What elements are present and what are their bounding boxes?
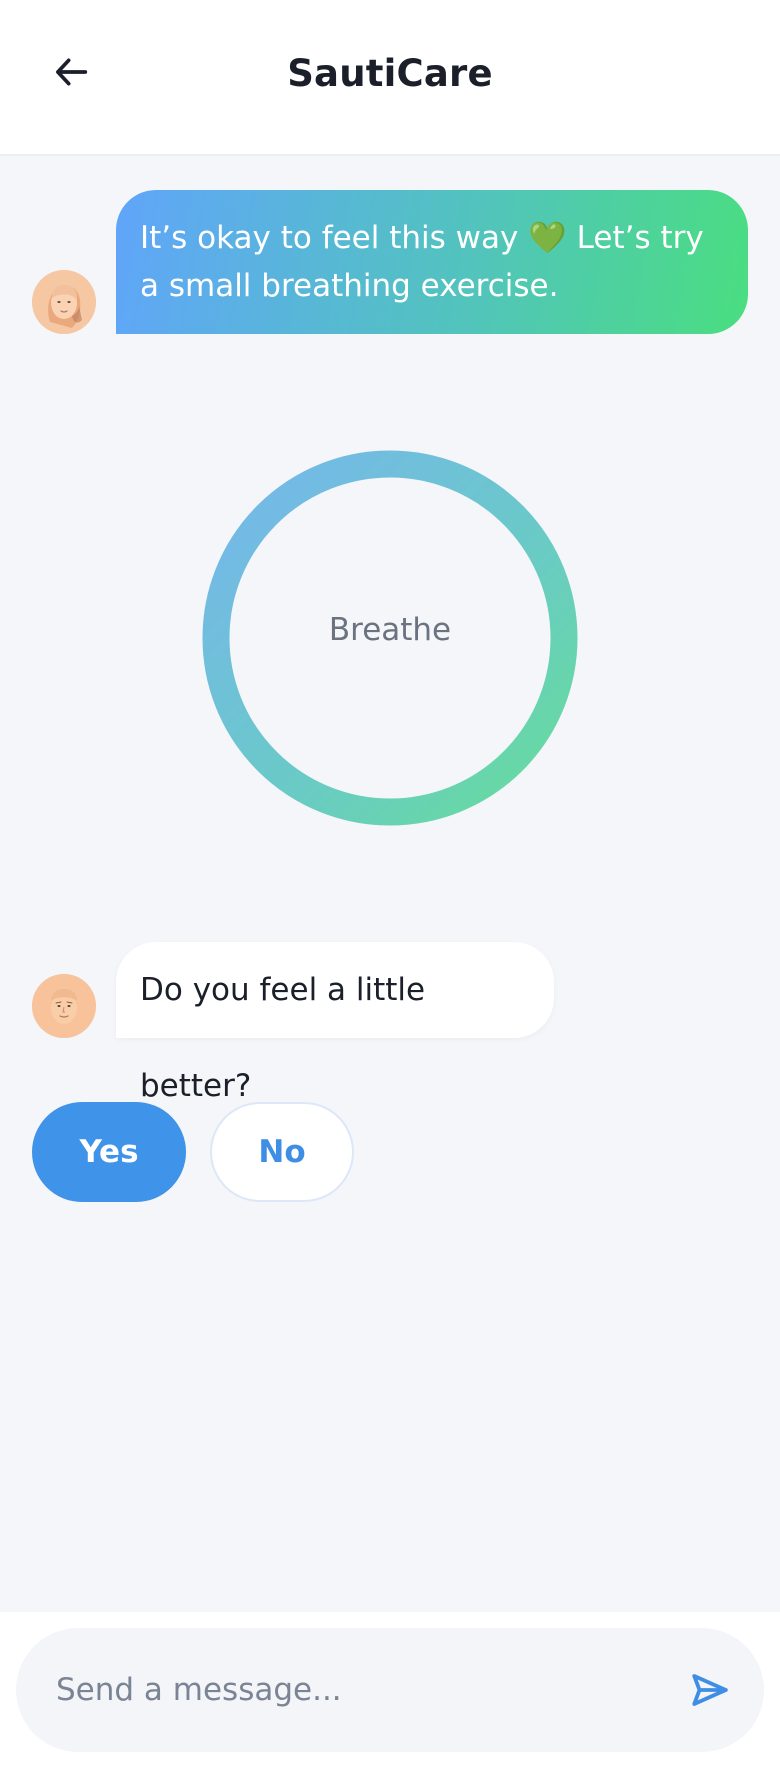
- no-reply-button[interactable]: No: [210, 1102, 354, 1202]
- bot-avatar: [32, 270, 96, 334]
- face-avatar-icon: [32, 270, 96, 334]
- app-header: SautiCare: [0, 0, 780, 156]
- send-icon: [692, 1674, 728, 1706]
- breathing-circle: Breathe: [202, 450, 578, 826]
- bot-message-bubble: It’s okay to feel this way 💚 Let’s try a…: [116, 190, 748, 334]
- send-button[interactable]: [682, 1662, 738, 1718]
- page-title: SautiCare: [287, 52, 493, 95]
- message-input[interactable]: [56, 1660, 636, 1720]
- breathe-label: Breathe: [328, 612, 452, 648]
- yes-reply-button[interactable]: Yes: [32, 1102, 186, 1202]
- message-composer: [16, 1628, 764, 1752]
- face-avatar-icon: [32, 974, 96, 1038]
- bot-avatar: [32, 974, 96, 1038]
- bot-message-bubble: Do you feel a little better?: [116, 942, 554, 1104]
- chat-screen: SautiCare It’s okay to feel this way 💚 L…: [0, 0, 780, 1768]
- message-text: Do you feel a little better?: [140, 972, 426, 1104]
- message-text: It’s okay to feel this way 💚 Let’s try a…: [140, 220, 704, 304]
